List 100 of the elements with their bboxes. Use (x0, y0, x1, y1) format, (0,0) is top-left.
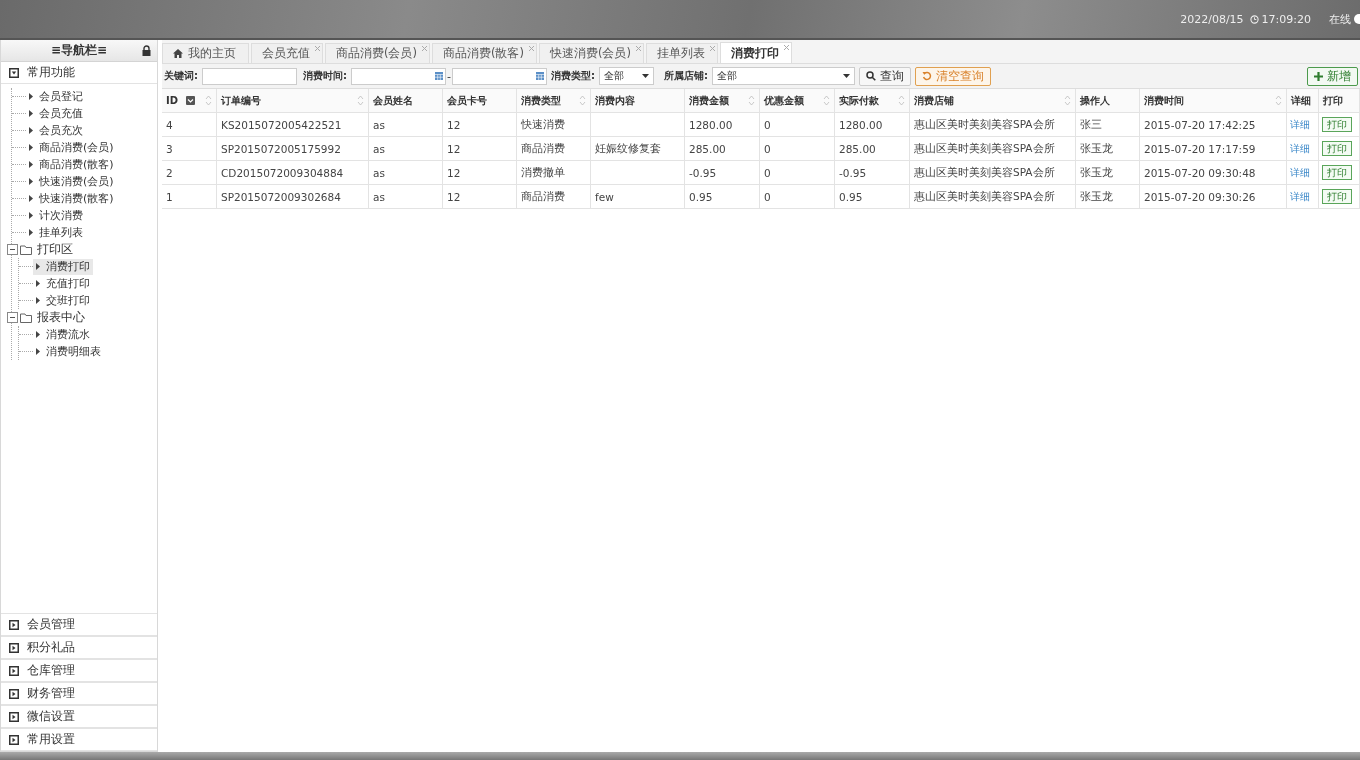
collapse-icon[interactable] (7, 312, 18, 323)
date-field[interactable] (452, 67, 547, 85)
sort-icon[interactable] (357, 95, 364, 106)
table-cell: 惠山区美时美刻美容SPA会所 (914, 189, 1055, 204)
table-cell: -0.95 (839, 166, 867, 179)
sort-icon[interactable] (205, 95, 212, 106)
table-cell: 消费撤单 (521, 165, 565, 180)
folder-icon (20, 312, 34, 323)
expand-icon[interactable] (9, 619, 19, 630)
tree-item[interactable]: 消费打印 (33, 258, 93, 275)
tree-item[interactable]: 打印区 (36, 241, 74, 258)
search-icon (866, 71, 876, 81)
table-cell: 商品消费 (521, 189, 565, 204)
tab[interactable]: 挂单列表 (645, 43, 718, 63)
column-header: 消费内容 (595, 93, 635, 108)
tab[interactable]: 会员充值 (251, 43, 323, 63)
print-button[interactable]: 打印 (1322, 141, 1352, 156)
column-header: 消费时间 (1144, 93, 1184, 108)
sort-icon[interactable] (823, 95, 830, 106)
table-cell: 张玉龙 (1080, 189, 1113, 204)
section-title: 微信设置 (27, 708, 75, 725)
tree-item[interactable]: 消费流水 (33, 326, 93, 343)
tab[interactable]: 商品消费(散客) (432, 43, 537, 63)
column-header: 消费类型 (521, 93, 561, 108)
close-icon[interactable] (315, 46, 320, 51)
sort-icon[interactable] (1064, 95, 1071, 106)
calendar-icon[interactable] (536, 72, 544, 80)
column-header: 消费店铺 (914, 93, 954, 108)
chevron-box-icon[interactable] (186, 96, 195, 105)
close-icon[interactable] (528, 46, 534, 51)
expand-icon[interactable] (9, 711, 19, 722)
table-cell: 0 (764, 142, 771, 155)
detail-link[interactable]: 详细 (1290, 165, 1310, 180)
date-field[interactable] (351, 67, 446, 85)
sort-icon[interactable] (748, 95, 755, 106)
column-header: 实际付款 (839, 93, 879, 108)
tree-item[interactable]: 会员充次 (26, 122, 86, 139)
lock-icon[interactable] (142, 45, 151, 56)
print-button[interactable]: 打印 (1322, 117, 1352, 132)
tree-item[interactable]: 会员充值 (26, 105, 86, 122)
caret-icon (29, 178, 33, 185)
tab[interactable]: 商品消费(会员) (325, 43, 430, 63)
caret-icon (29, 195, 33, 202)
tree-item[interactable]: 商品消费(散客) (26, 156, 117, 173)
tree-item[interactable]: 会员登记 (26, 88, 86, 105)
tree-item[interactable]: 报表中心 (36, 309, 86, 326)
section-header[interactable]: 财务管理 (1, 682, 157, 705)
sort-icon[interactable] (898, 95, 905, 106)
tree-item[interactable]: 挂单列表 (26, 224, 86, 241)
type-select[interactable]: 全部 (599, 67, 654, 85)
sort-icon[interactable] (1275, 95, 1282, 106)
table-cell: 1280.00 (689, 118, 733, 131)
search-button[interactable]: 查询 (859, 66, 911, 86)
table-cell: 12 (447, 190, 461, 203)
expand-icon[interactable] (9, 665, 19, 676)
detail-link[interactable]: 详细 (1290, 117, 1310, 132)
add-button[interactable]: 新增 (1307, 66, 1358, 86)
section-header[interactable]: 会员管理 (1, 613, 157, 636)
section-header[interactable]: 微信设置 (1, 705, 157, 728)
tree-item[interactable]: 计次消费 (26, 207, 86, 224)
tab[interactable]: 消费打印 (719, 42, 792, 63)
tab[interactable]: 快速消费(会员) (538, 43, 644, 63)
section-header[interactable]: 积分礼品 (1, 636, 157, 659)
shop-select[interactable]: 全部 (712, 67, 855, 85)
caret-icon (642, 74, 649, 78)
collapse-icon[interactable] (7, 244, 18, 255)
close-icon[interactable] (709, 46, 715, 51)
detail-link[interactable]: 详细 (1290, 189, 1310, 204)
expand-icon[interactable] (9, 688, 19, 699)
calendar-icon[interactable] (435, 72, 443, 80)
tree-item[interactable]: 快速消费(会员) (26, 173, 117, 190)
column-header: ID (166, 95, 179, 106)
table-cell: 2 (166, 166, 173, 179)
column-header: 订单编号 (221, 93, 261, 108)
print-button[interactable]: 打印 (1322, 189, 1352, 204)
tree-item[interactable]: 充值打印 (33, 275, 93, 292)
keyword-field[interactable] (202, 67, 297, 85)
print-button[interactable]: 打印 (1322, 165, 1352, 180)
close-icon[interactable] (635, 46, 641, 51)
table-cell: few (595, 190, 614, 203)
caret-icon (36, 263, 40, 270)
close-icon[interactable] (422, 46, 427, 51)
collapse-icon[interactable] (9, 67, 19, 78)
section-header[interactable]: 仓库管理 (1, 659, 157, 682)
tree-item[interactable]: 消费明细表 (33, 343, 104, 360)
table-cell: as (373, 118, 385, 131)
close-icon[interactable] (783, 45, 789, 50)
table-cell: 0 (764, 118, 771, 131)
expand-icon[interactable] (9, 734, 19, 745)
tree-item[interactable]: 商品消费(会员) (26, 139, 117, 156)
caret-icon (36, 280, 40, 287)
expand-icon[interactable] (9, 642, 19, 653)
section-header[interactable]: 常用设置 (1, 728, 157, 751)
tree-item[interactable]: 快速消费(散客) (26, 190, 117, 207)
section-title: 仓库管理 (27, 662, 75, 679)
sort-icon[interactable] (579, 95, 586, 106)
tab[interactable]: 我的主页 (162, 43, 249, 63)
table-cell: 285.00 (689, 142, 726, 155)
tree-item[interactable]: 交班打印 (33, 292, 93, 309)
detail-link[interactable]: 详细 (1290, 141, 1310, 156)
